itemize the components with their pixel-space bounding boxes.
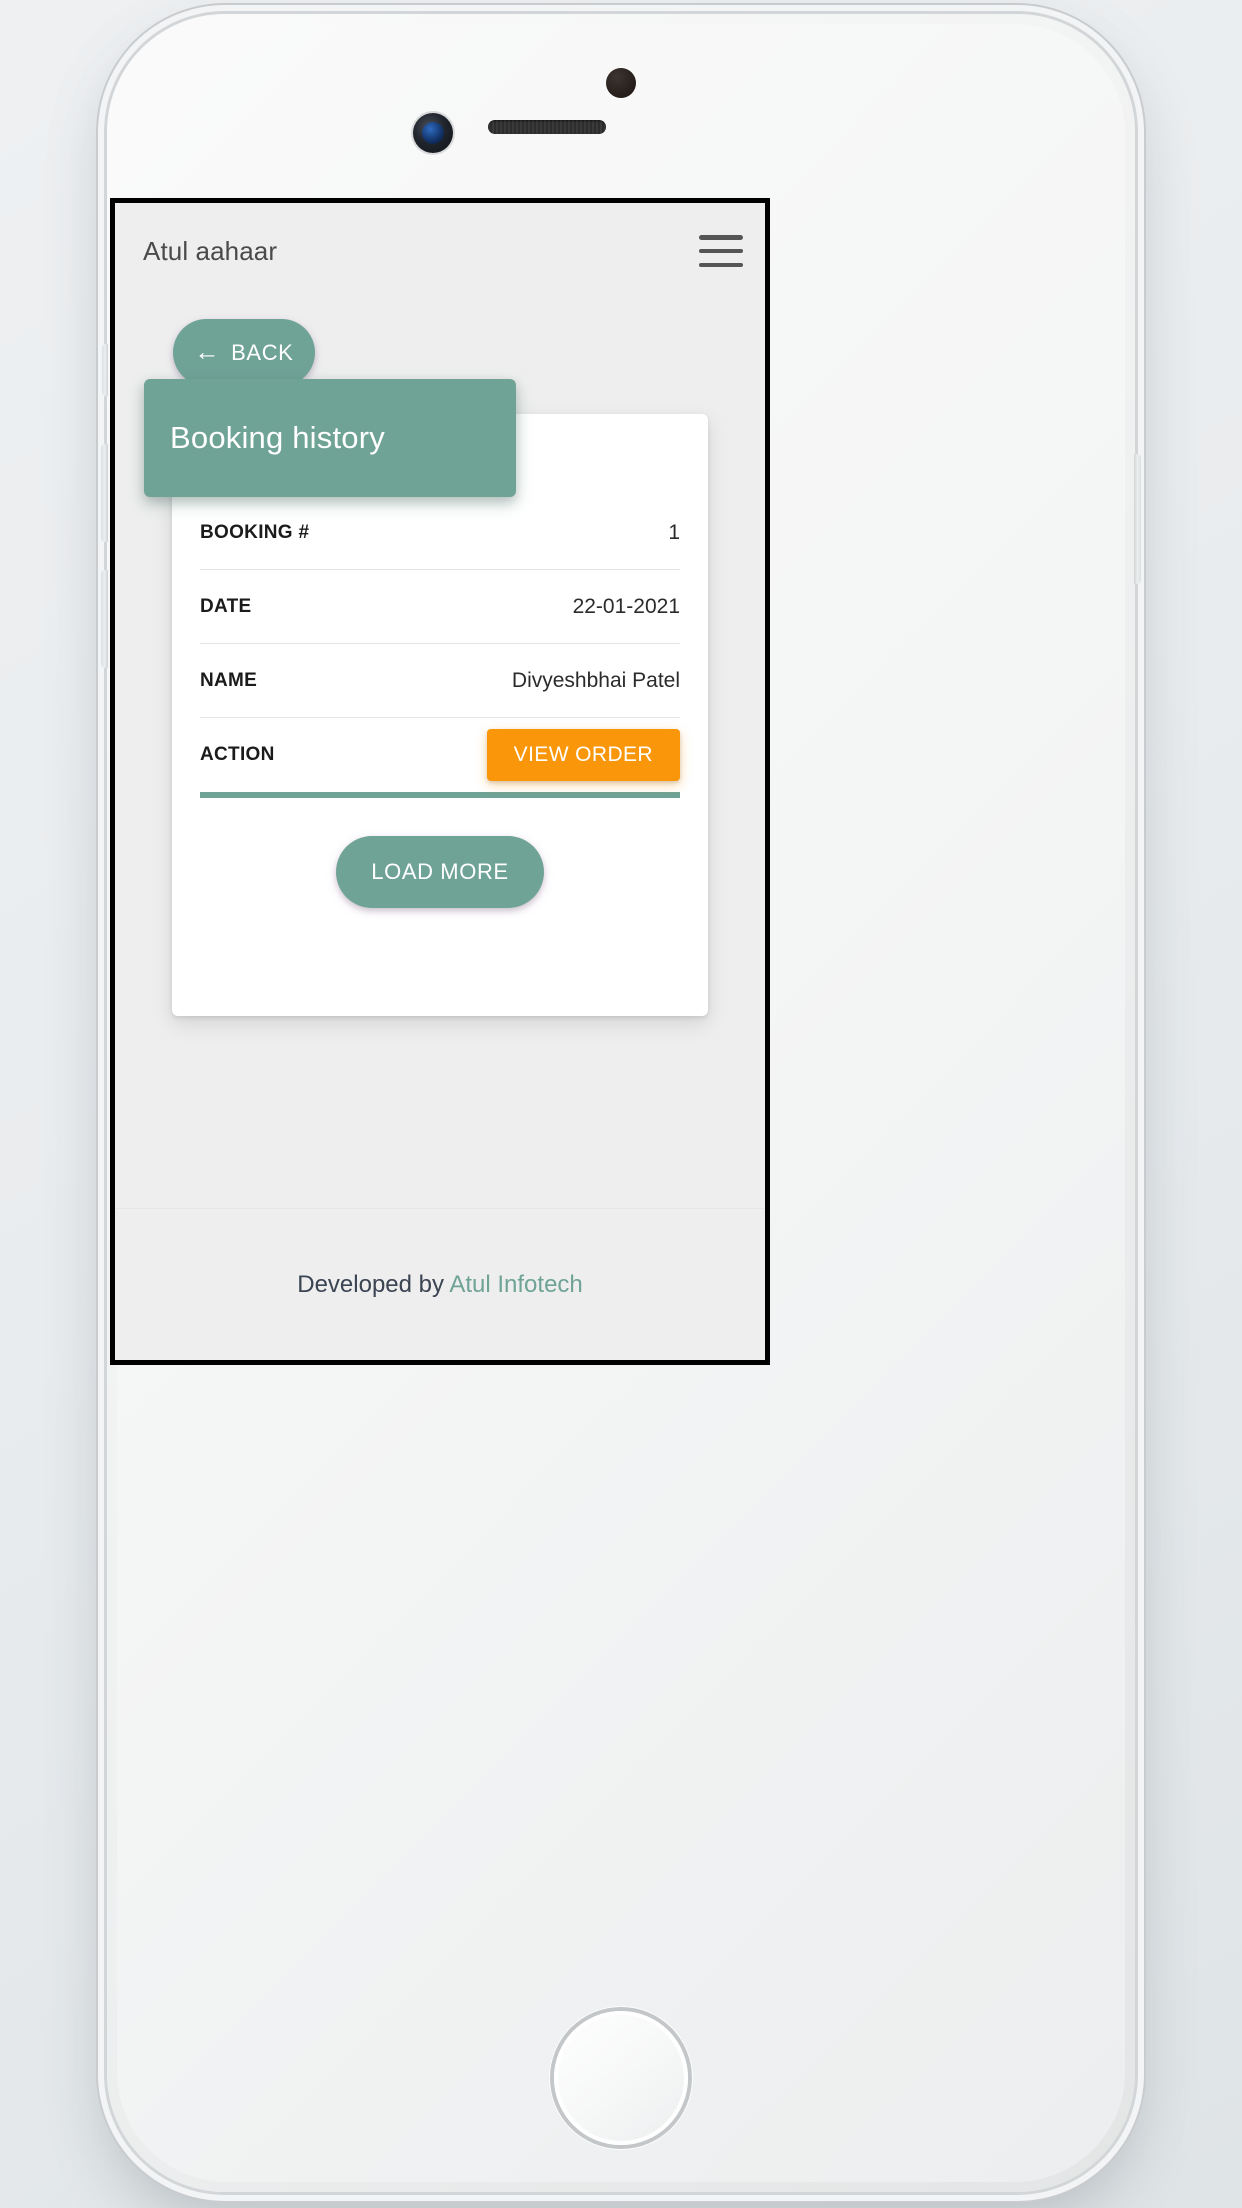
front-camera-icon xyxy=(413,113,453,153)
hamburger-bar-3 xyxy=(699,262,743,267)
footer: Developed by Atul Infotech xyxy=(115,1208,765,1360)
earpiece-speaker-icon xyxy=(488,120,606,134)
mute-switch[interactable] xyxy=(102,344,108,396)
detail-label-booking-number: BOOKING # xyxy=(200,521,310,543)
detail-value-booking-number: 1 xyxy=(668,520,680,544)
phone-screen: Atul aahaar ← BACK Booking history BOOKI… xyxy=(110,198,770,1365)
detail-label-name: NAME xyxy=(200,669,258,691)
view-order-button[interactable]: VIEW ORDER xyxy=(486,729,680,781)
table-row: NAME Divyeshbhai Patel xyxy=(200,644,680,718)
power-button[interactable] xyxy=(1134,454,1141,584)
app-bar: Atul aahaar xyxy=(115,203,765,299)
table-row: ACTION VIEW ORDER xyxy=(200,718,680,798)
hamburger-bar-2 xyxy=(699,248,743,254)
arrow-left-icon: ← xyxy=(194,338,221,366)
load-more-button[interactable]: LOAD MORE xyxy=(336,836,544,908)
footer-credit-text: Developed by Atul Infotech xyxy=(297,1271,583,1299)
detail-label-action: ACTION xyxy=(200,744,275,765)
table-row: DATE 22-01-2021 xyxy=(200,570,680,644)
card-header-title: Booking history xyxy=(170,420,385,455)
booking-card: Booking history BOOKING # 1 DATE 22-01-2… xyxy=(144,379,708,1016)
back-button[interactable]: ← BACK xyxy=(173,319,315,386)
footer-prefix: Developed by xyxy=(297,1270,450,1298)
detail-label-date: DATE xyxy=(200,595,252,617)
page-title: Atul aahaar xyxy=(143,235,278,266)
load-more-wrapper: LOAD MORE xyxy=(172,798,708,908)
hamburger-bar-1 xyxy=(699,235,743,240)
volume-down-button[interactable] xyxy=(101,570,108,668)
booking-card-wrapper: Booking history BOOKING # 1 DATE 22-01-2… xyxy=(115,379,765,1016)
booking-detail-list: BOOKING # 1 DATE 22-01-2021 NAME Divyesh… xyxy=(172,496,708,798)
detail-value-name: Divyeshbhai Patel xyxy=(511,668,680,692)
card-header-banner: Booking history xyxy=(144,379,516,497)
detail-value-date: 22-01-2021 xyxy=(572,594,680,618)
proximity-sensor-icon xyxy=(606,68,636,98)
volume-up-button[interactable] xyxy=(101,444,108,542)
table-row: BOOKING # 1 xyxy=(200,496,680,570)
home-button[interactable] xyxy=(550,2007,692,2149)
hamburger-menu-icon[interactable] xyxy=(699,235,743,267)
back-button-label: BACK xyxy=(231,339,294,365)
footer-brand-link[interactable]: Atul Infotech xyxy=(449,1271,582,1298)
